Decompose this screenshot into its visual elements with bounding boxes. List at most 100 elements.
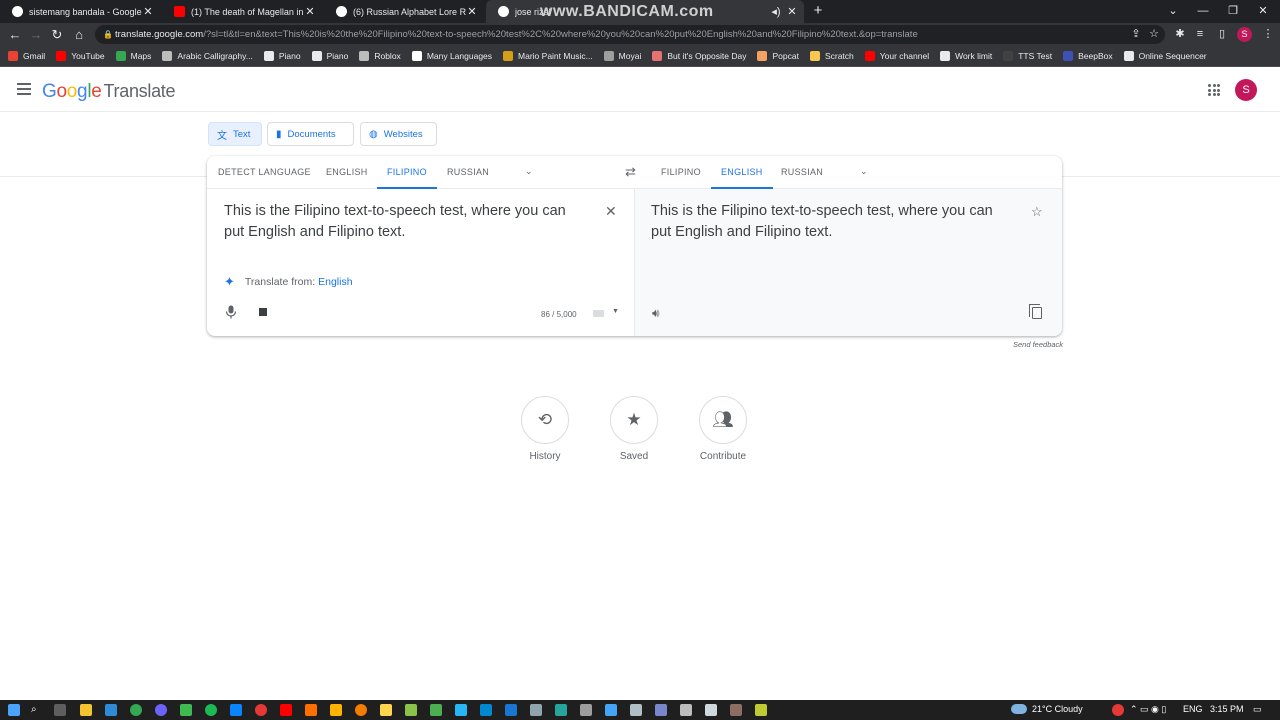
send-feedback-link[interactable]: Send feedback	[1013, 340, 1063, 349]
edge-icon[interactable]	[105, 704, 117, 716]
app-icon[interactable]	[730, 704, 742, 716]
bookmark-item[interactable]: Gmail	[8, 51, 45, 61]
bookmark-item[interactable]: Your channel	[864, 51, 929, 61]
app-icon[interactable]	[505, 704, 517, 716]
browser-tab[interactable]: (6) Russian Alphabet Lore Reloa ✕	[324, 0, 484, 23]
app-icon[interactable]	[180, 704, 192, 716]
record-tray-icon[interactable]	[1112, 704, 1124, 716]
bookmark-item[interactable]: Many Languages	[411, 51, 492, 61]
forward-button[interactable]: →	[25, 23, 47, 46]
browser-menu-icon[interactable]: ⋮	[1258, 23, 1278, 46]
file-explorer-icon[interactable]	[80, 704, 92, 716]
bookmark-item[interactable]: Scratch	[809, 51, 854, 61]
app-icon[interactable]	[705, 704, 717, 716]
browser-profile-avatar[interactable]: S	[1237, 27, 1252, 42]
app-icon[interactable]	[255, 704, 267, 716]
app-icon[interactable]	[355, 704, 367, 716]
app-icon[interactable]	[680, 704, 692, 716]
browser-tab[interactable]: (1) The death of Magellan in Ceb ✕	[162, 0, 322, 23]
keyboard-dropdown-icon[interactable]: ▼	[612, 308, 619, 315]
browser-tab[interactable]: sistemang bandala - Google Sea ✕	[0, 0, 160, 23]
microphone-icon[interactable]	[225, 305, 237, 319]
app-icon[interactable]	[480, 704, 492, 716]
stop-listening-icon[interactable]	[259, 308, 267, 316]
spotify-icon[interactable]	[205, 704, 217, 716]
close-tab-icon[interactable]: ✕	[466, 5, 478, 18]
clock-time[interactable]: 3:15 PM	[1210, 704, 1244, 714]
bookmark-item[interactable]: Arabic Calligraphy...	[162, 51, 253, 61]
close-tab-icon[interactable]: ✕	[786, 5, 798, 18]
side-panel-icon[interactable]: ▯	[1212, 23, 1232, 46]
bookmark-item[interactable]: Piano	[263, 51, 301, 61]
app-icon[interactable]	[405, 704, 417, 716]
clear-text-icon[interactable]: ✕	[605, 203, 617, 220]
close-tab-icon[interactable]: ✕	[304, 5, 316, 18]
account-avatar[interactable]: S	[1235, 79, 1257, 101]
history-button[interactable]: ⟲ History	[515, 396, 575, 462]
save-translation-star-icon[interactable]: ☆	[1031, 204, 1043, 220]
text-mode-button[interactable]: 文 Text	[208, 122, 262, 146]
detect-language-tab[interactable]: DETECT LANGUAGE	[218, 156, 311, 189]
youtube-icon[interactable]	[280, 704, 292, 716]
saved-button[interactable]: ★ Saved	[604, 396, 664, 462]
media-control-icon[interactable]: ≡	[1190, 23, 1210, 46]
target-lang-filipino-tab[interactable]: FILIPINO	[661, 156, 701, 189]
app-icon[interactable]	[580, 704, 592, 716]
bookmark-item[interactable]: Online Sequencer	[1123, 51, 1207, 61]
listen-speaker-icon[interactable]: 🔊︎	[652, 306, 660, 321]
source-lang-russian-tab[interactable]: RUSSIAN	[447, 156, 489, 189]
chrome-icon[interactable]	[130, 704, 142, 716]
bookmark-item[interactable]: Piano	[311, 51, 348, 61]
bookmark-item[interactable]: Mario Paint Music...	[503, 51, 593, 61]
swap-languages-icon[interactable]: ⇄	[625, 164, 636, 180]
app-icon[interactable]	[530, 704, 542, 716]
bookmark-item[interactable]: BeepBox	[1063, 51, 1113, 61]
google-apps-icon[interactable]	[1208, 84, 1220, 96]
target-lang-english-tab[interactable]: ENGLISH	[711, 156, 773, 189]
input-language[interactable]: ENG	[1183, 704, 1203, 714]
reload-button[interactable]: ↻	[46, 23, 68, 46]
app-icon[interactable]	[430, 704, 442, 716]
close-tab-icon[interactable]: ✕	[142, 5, 154, 18]
bookmark-item[interactable]: TTS Test	[1003, 51, 1052, 61]
tab-search-icon[interactable]: ⌄	[1158, 0, 1188, 23]
app-icon[interactable]	[155, 704, 167, 716]
documents-mode-button[interactable]: ▮ Documents	[267, 122, 354, 146]
app-icon[interactable]	[455, 704, 467, 716]
websites-mode-button[interactable]: ◍ Websites	[360, 122, 437, 146]
main-menu-icon[interactable]	[17, 83, 31, 95]
extensions-puzzle-icon[interactable]: ✱	[1170, 23, 1190, 46]
app-icon[interactable]	[605, 704, 617, 716]
google-translate-logo[interactable]: Google Translate	[42, 81, 176, 103]
minimize-window-button[interactable]: —	[1188, 0, 1218, 23]
notifications-icon[interactable]: ▭	[1253, 704, 1262, 715]
app-icon[interactable]	[755, 704, 767, 716]
restore-window-button[interactable]: ❐	[1218, 0, 1248, 23]
source-more-languages-chevron-icon[interactable]: ⌄	[525, 166, 533, 177]
app-icon[interactable]	[630, 704, 642, 716]
windows-start-icon[interactable]	[8, 704, 20, 716]
new-tab-button[interactable]: +	[808, 0, 828, 23]
weather-text[interactable]: 21°C Cloudy	[1032, 704, 1083, 714]
bookmark-item[interactable]: Moyai	[603, 51, 641, 61]
bookmark-item[interactable]: YouTube	[56, 51, 105, 61]
share-icon[interactable]: ⇪	[1126, 23, 1146, 46]
target-more-languages-chevron-icon[interactable]: ⌄	[860, 166, 868, 177]
app-icon[interactable]	[555, 704, 567, 716]
source-lang-english-tab[interactable]: ENGLISH	[326, 156, 368, 189]
app-icon[interactable]	[655, 704, 667, 716]
app-icon[interactable]	[305, 704, 317, 716]
target-lang-russian-tab[interactable]: RUSSIAN	[781, 156, 823, 189]
search-icon[interactable]: ⌕	[31, 704, 37, 715]
app-icon[interactable]	[230, 704, 242, 716]
bookmark-item[interactable]: But it's Opposite Day	[652, 51, 746, 61]
bookmark-item[interactable]: Roblox	[359, 51, 401, 61]
translate-from-language-link[interactable]: English	[318, 276, 352, 288]
bookmark-item[interactable]: Work limit	[940, 51, 992, 61]
tab-audio-icon[interactable]: ◂)	[770, 5, 782, 18]
bookmark-star-icon[interactable]: ☆	[1144, 23, 1164, 46]
home-button[interactable]: ⌂	[68, 23, 90, 46]
url-bar[interactable]: 🔒 translate.google.com/?sl=tl&tl=en&text…	[95, 25, 1165, 44]
app-icon[interactable]	[330, 704, 342, 716]
back-button[interactable]: ←	[4, 23, 26, 46]
